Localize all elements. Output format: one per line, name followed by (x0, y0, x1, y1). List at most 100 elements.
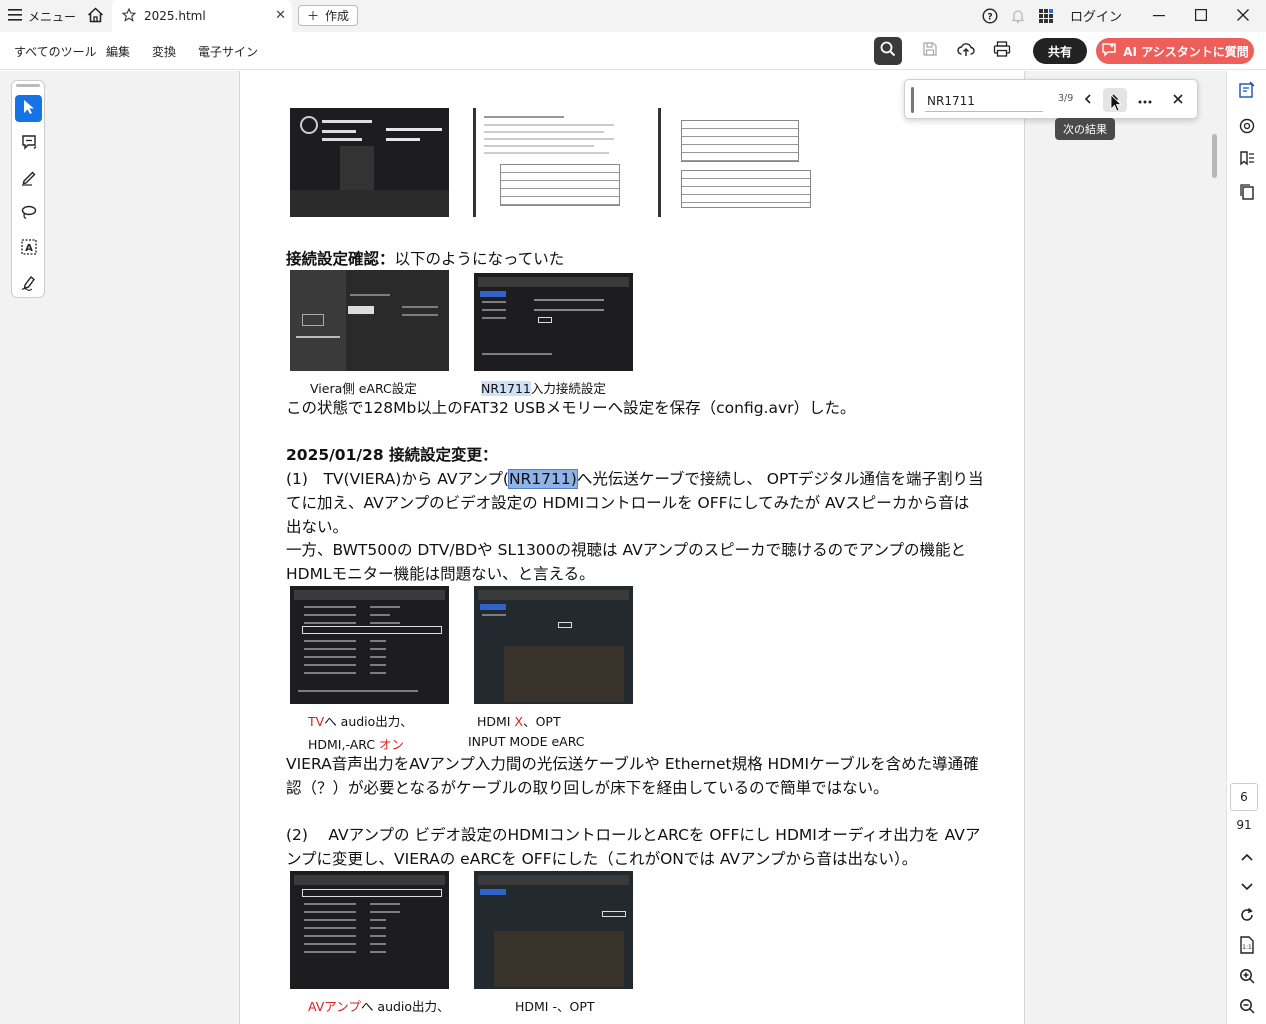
bookmark-list-icon (1238, 150, 1256, 172)
apps-grid-icon[interactable] (1036, 6, 1056, 26)
caption-nr1711-rest: 入力接続設定 (530, 381, 606, 396)
firmware-photo (290, 108, 449, 217)
upload-button[interactable] (952, 37, 980, 65)
caption-tv-rest: へ audio出力、 (324, 714, 413, 729)
ai-assistant-label: AI アシスタントに質問 (1123, 44, 1249, 59)
sign-pen-icon (20, 273, 38, 295)
caption-hdmi-x-opt: HDMI X、OPT (477, 711, 561, 730)
text-box-tool-button[interactable]: A (15, 235, 42, 262)
quick-tools-palette: A (11, 80, 45, 298)
page-down-button[interactable] (1235, 873, 1259, 897)
save-button[interactable] (916, 37, 944, 65)
edit-document-icon (1238, 81, 1256, 103)
find-more-options-button[interactable] (1133, 88, 1157, 112)
caption-viera-earc: Viera側 eARC設定 (310, 381, 417, 396)
window-close-icon[interactable] (1230, 4, 1256, 26)
vertical-scrollbar[interactable] (1212, 134, 1217, 178)
section-change-heading: 2025/01/28 接続設定変更： (286, 446, 498, 464)
menu-convert[interactable]: 変換 (152, 43, 176, 60)
saved-config-paragraph: この状態で128Mb以上のFAT32 USBメモリーへ設定を保存（config.… (286, 399, 856, 417)
input-assign-photo-2 (474, 871, 633, 989)
paragraph-1-line-3: 出ない。 (286, 518, 349, 536)
caption-tv-audio-out: TVへ audio出力、 (308, 711, 413, 730)
tab-title: 2025.html (144, 9, 206, 23)
total-pages-label: 91 (1236, 818, 1252, 832)
palette-grip[interactable] (16, 84, 40, 87)
search-button[interactable] (874, 37, 902, 65)
find-input[interactable] (925, 90, 1043, 112)
pages-copy-icon (1238, 183, 1256, 205)
paragraph-3-line-2: 認（？）が必要となるがケーブルの取り回しが床下を経由しているので簡単ではない。 (286, 779, 889, 797)
close-icon (1173, 93, 1183, 108)
maximize-icon[interactable] (1188, 4, 1214, 26)
paragraph-4-line-2: ンプに変更し、VIERAの eARCを OFFにした（これがONでは AVアンプ… (286, 850, 918, 868)
caption-x-red: X (514, 714, 524, 729)
caption-avamp-audio-out: AVアンプへ audio出力、 (308, 996, 450, 1015)
new-button[interactable]: ＋ 作成 (298, 5, 359, 26)
find-panel: 3/9 (904, 79, 1198, 119)
paragraph-3-line-1: VIERA音声出力をAVアンプ入力間の光伝送ケーブルや Ethernet規格 H… (286, 755, 979, 773)
caption-hdmi-opt: HDMI -、OPT (515, 999, 595, 1014)
comments-rail-button[interactable] (1235, 116, 1259, 140)
pen-icon (20, 168, 38, 190)
current-page-field[interactable]: 6 (1230, 783, 1258, 811)
caption-tv-red: TV (308, 714, 325, 729)
tab-close-icon[interactable]: ✕ (275, 8, 286, 23)
help-icon[interactable]: ? (980, 6, 1000, 26)
caption-input-mode-earc: INPUT MODE eARC (468, 734, 585, 749)
menu-e-sign[interactable]: 電子サイン (198, 43, 258, 60)
section-confirm-heading: 接続設定確認：以下のようになっていた (286, 247, 564, 271)
signature-tool-button[interactable] (15, 270, 42, 297)
menu-all-tools[interactable]: すべてのツール (14, 43, 97, 60)
zoom-out-button[interactable] (1235, 996, 1259, 1020)
chevron-down-icon (1241, 876, 1253, 895)
minimize-icon[interactable] (1146, 4, 1172, 26)
share-button[interactable]: 共有 (1033, 38, 1087, 64)
tab-document[interactable]: 2025.html ✕ (112, 0, 292, 32)
menu-button[interactable]: メニュー (8, 6, 76, 26)
caption-nr1711-input: NR1711入力接続設定 (481, 378, 606, 397)
home-button[interactable] (84, 5, 106, 27)
draw-tool-button[interactable] (15, 200, 42, 227)
comment-tool-button[interactable] (15, 130, 42, 157)
paragraph-1-line-1: (1) TV(VIERA)から AVアンプ(NR1711)へ光伝送ケーブで接続し… (286, 467, 984, 491)
search-icon (880, 41, 896, 61)
close-find-button[interactable] (1166, 88, 1190, 112)
find-panel-accent (911, 87, 914, 113)
plus-icon: ＋ (307, 9, 320, 23)
caption-hdmi-pre: HDMI (477, 714, 515, 729)
refresh-button[interactable] (1235, 905, 1259, 929)
pages-rail-button[interactable] (1235, 182, 1259, 206)
svg-text:A: A (25, 243, 33, 254)
video-settings-photo-2 (290, 871, 449, 989)
menu-edit[interactable]: 編集 (106, 43, 130, 60)
caption-opt: 、OPT (523, 714, 561, 729)
page-up-button[interactable] (1235, 843, 1259, 867)
document-page: 接続設定確認：以下のようになっていた Viera側 eARC設定 NR1711入… (239, 71, 1025, 1024)
zoom-in-button[interactable] (1235, 966, 1259, 990)
previous-result-button[interactable] (1076, 88, 1100, 112)
bell-icon[interactable] (1008, 6, 1028, 26)
star-icon[interactable] (121, 7, 137, 25)
find-result-count: 3/9 (1058, 93, 1074, 104)
page-view-button[interactable]: 1:1 (1235, 935, 1259, 959)
viera-earc-photo (290, 270, 449, 371)
cursor-arrow-icon (22, 99, 36, 119)
bookmarks-rail-button[interactable] (1235, 149, 1259, 173)
login-link[interactable]: ログイン (1070, 6, 1122, 25)
paragraph-1-line-2: てに加え、AVアンプのビデオ設定の HDMIコントロールを OFFにしてみたが … (286, 494, 970, 512)
print-button[interactable] (988, 37, 1016, 65)
menu-label: メニュー (28, 9, 77, 24)
highlight-tool-button[interactable] (15, 165, 42, 192)
comment-bubble-icon (1238, 117, 1256, 139)
right-side-rail: 1:1 (1226, 71, 1266, 1024)
spec-table-image (658, 108, 820, 217)
paragraph-2-line-1: 一方、BWT500の DTV/BDや SL1300の視聴は AVアンプのスピーカ… (286, 541, 967, 559)
caption-avamp-red: AVアンプ (308, 999, 361, 1014)
edit-pdf-rail-button[interactable] (1235, 80, 1259, 104)
select-tool-button[interactable] (15, 95, 42, 122)
paragraph-4-line-1: (2) AVアンプの ビデオ設定のHDMIコントロールとARCを OFFにし H… (286, 826, 981, 844)
ai-assistant-button[interactable]: AI アシスタントに質問 (1096, 38, 1254, 64)
next-result-tooltip: 次の結果 (1055, 118, 1115, 140)
save-icon (922, 41, 938, 61)
